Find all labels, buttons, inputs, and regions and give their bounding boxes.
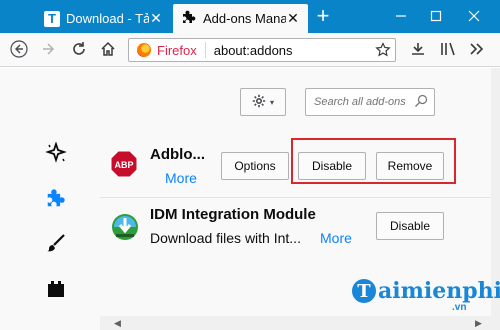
download-icon[interactable] [407,38,429,60]
gear-icon [252,94,266,111]
url-text[interactable]: about:addons [214,43,293,58]
sidebar-get-addons-icon[interactable] [42,140,70,166]
search-addons-input[interactable]: Search all add-ons [305,88,435,116]
search-icon[interactable] [414,94,428,111]
forward-button[interactable] [37,38,59,60]
search-placeholder: Search all add-ons [314,96,406,108]
addon-description: Download files with Int... [150,230,301,246]
reload-icon[interactable] [68,38,90,60]
sidebar-extensions-icon[interactable] [42,185,70,211]
new-tab-button[interactable]: + [311,5,335,28]
row-divider [100,197,500,198]
adblock-plus-icon: ABP [110,150,138,178]
overflow-chevron-icon[interactable] [465,38,487,60]
taimienphi-t-icon: T [44,10,60,27]
back-button[interactable] [8,38,30,60]
horizontal-scrollbar[interactable]: ◀ ▶ [100,316,500,330]
addon-name: Adblo... [150,146,205,163]
watermark-domain: .vn [452,302,467,313]
addon-name: IDM Integration Module [150,206,316,223]
dropdown-chevron-icon: ▾ [269,97,274,107]
url-separator [204,42,206,58]
maximize-button[interactable] [423,6,449,26]
tab-download[interactable]: T Download - Tải ✕ [36,4,171,33]
tab-title: Download - Tải [66,11,149,26]
firefox-icon [137,43,151,57]
close-icon[interactable]: ✕ [149,10,163,27]
addon-more-link[interactable]: More [320,230,352,246]
home-icon[interactable] [97,38,119,60]
svg-text:ABP: ABP [114,160,133,170]
taimienphi-watermark: T aimienphi [352,278,500,304]
tools-gear-button[interactable]: ▾ [240,88,286,116]
scroll-right-icon[interactable]: ▶ [475,318,482,329]
puzzle-piece-icon [181,9,197,28]
options-button[interactable]: Options [221,152,289,180]
close-icon[interactable]: ✕ [286,10,300,27]
disable-button[interactable]: Disable [376,212,444,240]
sidebar-themes-brush-icon[interactable] [42,230,70,256]
watermark-logo: T [352,279,376,303]
tab-title: Add-ons Manager [203,11,286,26]
watermark-text: aimienphi [378,278,500,304]
close-window-button[interactable] [461,6,487,26]
highlight-box [291,138,456,184]
library-icon[interactable] [437,38,459,60]
minimize-button[interactable] [388,6,414,26]
scroll-left-icon[interactable]: ◀ [114,318,121,329]
identity-label: Firefox [157,42,197,58]
bookmark-star-icon[interactable] [372,39,394,61]
tab-addons-manager[interactable]: Add-ons Manager ✕ [173,4,308,33]
addon-more-link[interactable]: More [165,170,197,186]
url-bar[interactable]: Firefox about:addons [128,38,396,62]
sidebar-plugins-icon[interactable] [42,276,70,302]
idm-icon [110,212,140,242]
